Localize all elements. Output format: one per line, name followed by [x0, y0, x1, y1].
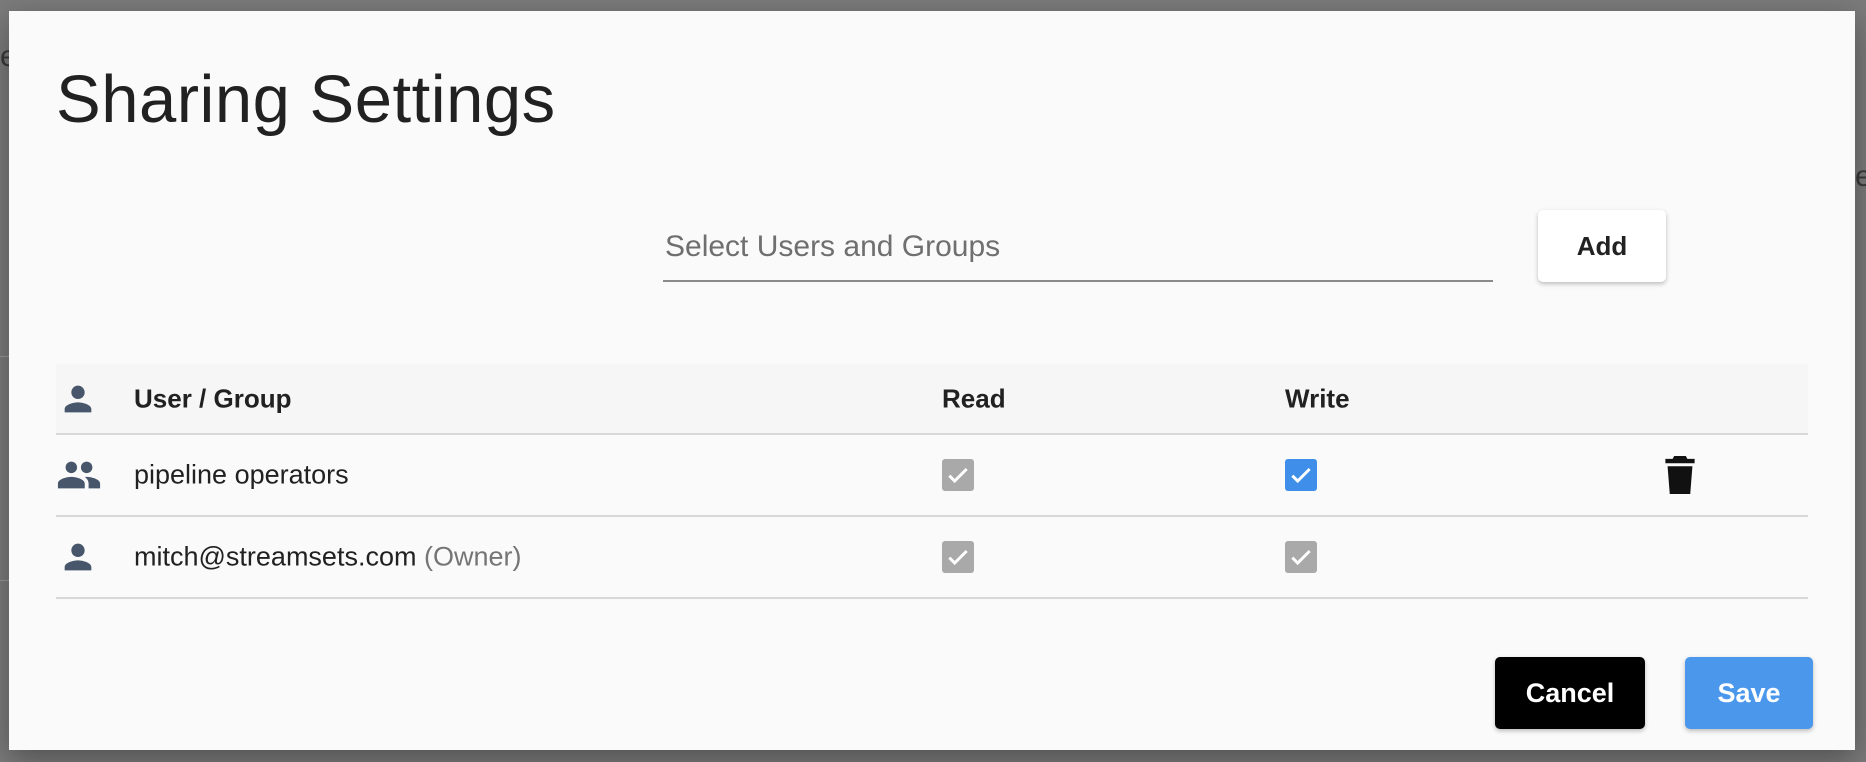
check-icon [1291, 467, 1311, 484]
person-icon [64, 385, 92, 412]
read-checkbox [942, 459, 974, 491]
read-checkbox [942, 541, 974, 573]
table-row: mitch@streamsets.com (Owner) [56, 517, 1808, 599]
write-checkbox [1285, 541, 1317, 573]
sharing-settings-dialog: Sharing Settings Add User / Group Read W… [9, 11, 1855, 750]
background-fragment: e [1855, 160, 1866, 193]
table-row: pipeline operators [56, 435, 1808, 517]
table-header-row: User / Group Read Write [56, 364, 1808, 435]
write-checkbox[interactable] [1285, 459, 1317, 491]
read-checkbox-box [942, 459, 974, 491]
user-group-search-field[interactable] [663, 216, 1497, 282]
group-icon [57, 461, 101, 489]
row-name-container: mitch@streamsets.com (Owner) [134, 542, 522, 573]
save-button[interactable]: Save [1685, 657, 1813, 729]
column-header-user-group: User / Group [134, 383, 292, 413]
write-checkbox-box[interactable] [1285, 459, 1317, 491]
column-header-read: Read [942, 383, 1006, 413]
add-button[interactable]: Add [1538, 210, 1666, 282]
person-icon [64, 543, 92, 571]
sharing-table: User / Group Read Write pipeline operato… [56, 364, 1808, 599]
user-group-search-input[interactable] [663, 216, 1497, 278]
row-name: mitch@streamsets.com [134, 541, 417, 572]
dialog-title: Sharing Settings [56, 62, 556, 137]
cancel-button[interactable]: Cancel [1495, 657, 1645, 729]
owner-tag: (Owner) [423, 541, 522, 572]
write-checkbox-box [1285, 541, 1317, 573]
read-checkbox-box [942, 541, 974, 573]
check-icon [948, 467, 968, 484]
column-header-write: Write [1285, 383, 1350, 413]
check-icon [1291, 549, 1311, 566]
check-icon [948, 549, 968, 566]
trash-icon[interactable] [1665, 456, 1695, 494]
row-name: pipeline operators [134, 459, 349, 490]
